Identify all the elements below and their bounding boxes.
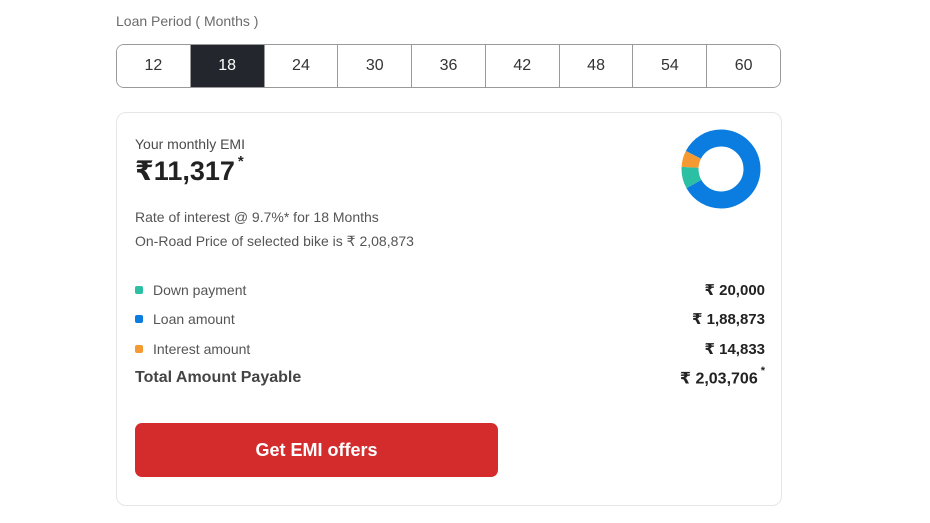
rupee-symbol: ₹	[135, 156, 154, 186]
donut-segment-loan-amount	[681, 129, 761, 209]
breakdown-row-down-payment: Down payment ₹ 20,000	[135, 275, 767, 305]
down-payment-label: Down payment	[153, 281, 247, 298]
emi-summary-card: Your monthly EMI ₹11,317 * Rate of intere…	[116, 112, 782, 506]
on-road-price-text: On-Road Price of selected bike is ₹ 2,08…	[135, 233, 414, 249]
period-option-54[interactable]: 54	[633, 45, 708, 87]
loan-amount-label: Loan amount	[153, 311, 235, 328]
emi-title: Your monthly EMI	[135, 136, 245, 152]
rate-of-interest-text: Rate of interest @ 9.7%* for 18 Months	[135, 209, 379, 225]
loan-amount-value: ₹ 1,88,873	[692, 311, 765, 329]
emi-asterisk: *	[237, 153, 244, 170]
period-option-36[interactable]: 36	[412, 45, 486, 87]
period-option-30[interactable]: 30	[338, 45, 413, 87]
period-option-18[interactable]: 18	[190, 45, 265, 87]
period-option-42[interactable]: 42	[485, 45, 560, 87]
total-amount-value: ₹ 2,03,706 *	[679, 365, 767, 388]
emi-donut-chart	[681, 129, 761, 209]
loan-period-label: Loan Period ( Months )	[116, 13, 259, 29]
period-option-24[interactable]: 24	[264, 45, 339, 87]
period-option-12[interactable]: 12	[117, 45, 191, 87]
total-asterisk: *	[760, 365, 765, 378]
loan-amount-legend-dot	[135, 315, 143, 324]
breakdown-row-loan-amount: Loan amount ₹ 1,88,873	[135, 305, 767, 335]
down-payment-legend-dot	[135, 285, 143, 294]
period-option-48[interactable]: 48	[559, 45, 634, 87]
interest-amount-value: ₹ 14,833	[704, 340, 765, 358]
breakdown-row-interest-amount: Interest amount ₹ 14,833	[135, 334, 767, 364]
loan-period-selector: 12 18 24 30 36 42 48 54 60	[116, 44, 781, 88]
breakdown-row-total: Total Amount Payable ₹ 2,03,706 *	[135, 364, 767, 394]
total-amount-label: Total Amount Payable	[135, 369, 302, 387]
emi-breakdown: Down payment ₹ 20,000 Loan amount ₹ 1,88…	[135, 275, 767, 393]
interest-amount-label: Interest amount	[153, 340, 251, 357]
interest-amount-legend-dot	[135, 344, 143, 353]
total-amount-number: ₹ 2,03,706	[679, 370, 758, 388]
emi-amount: 11,317	[153, 156, 235, 186]
get-emi-offers-button[interactable]: Get EMI offers	[135, 423, 498, 477]
down-payment-amount: ₹ 20,000	[704, 281, 765, 299]
emi-value: ₹11,317 *	[135, 153, 244, 187]
period-option-60[interactable]: 60	[707, 45, 780, 87]
